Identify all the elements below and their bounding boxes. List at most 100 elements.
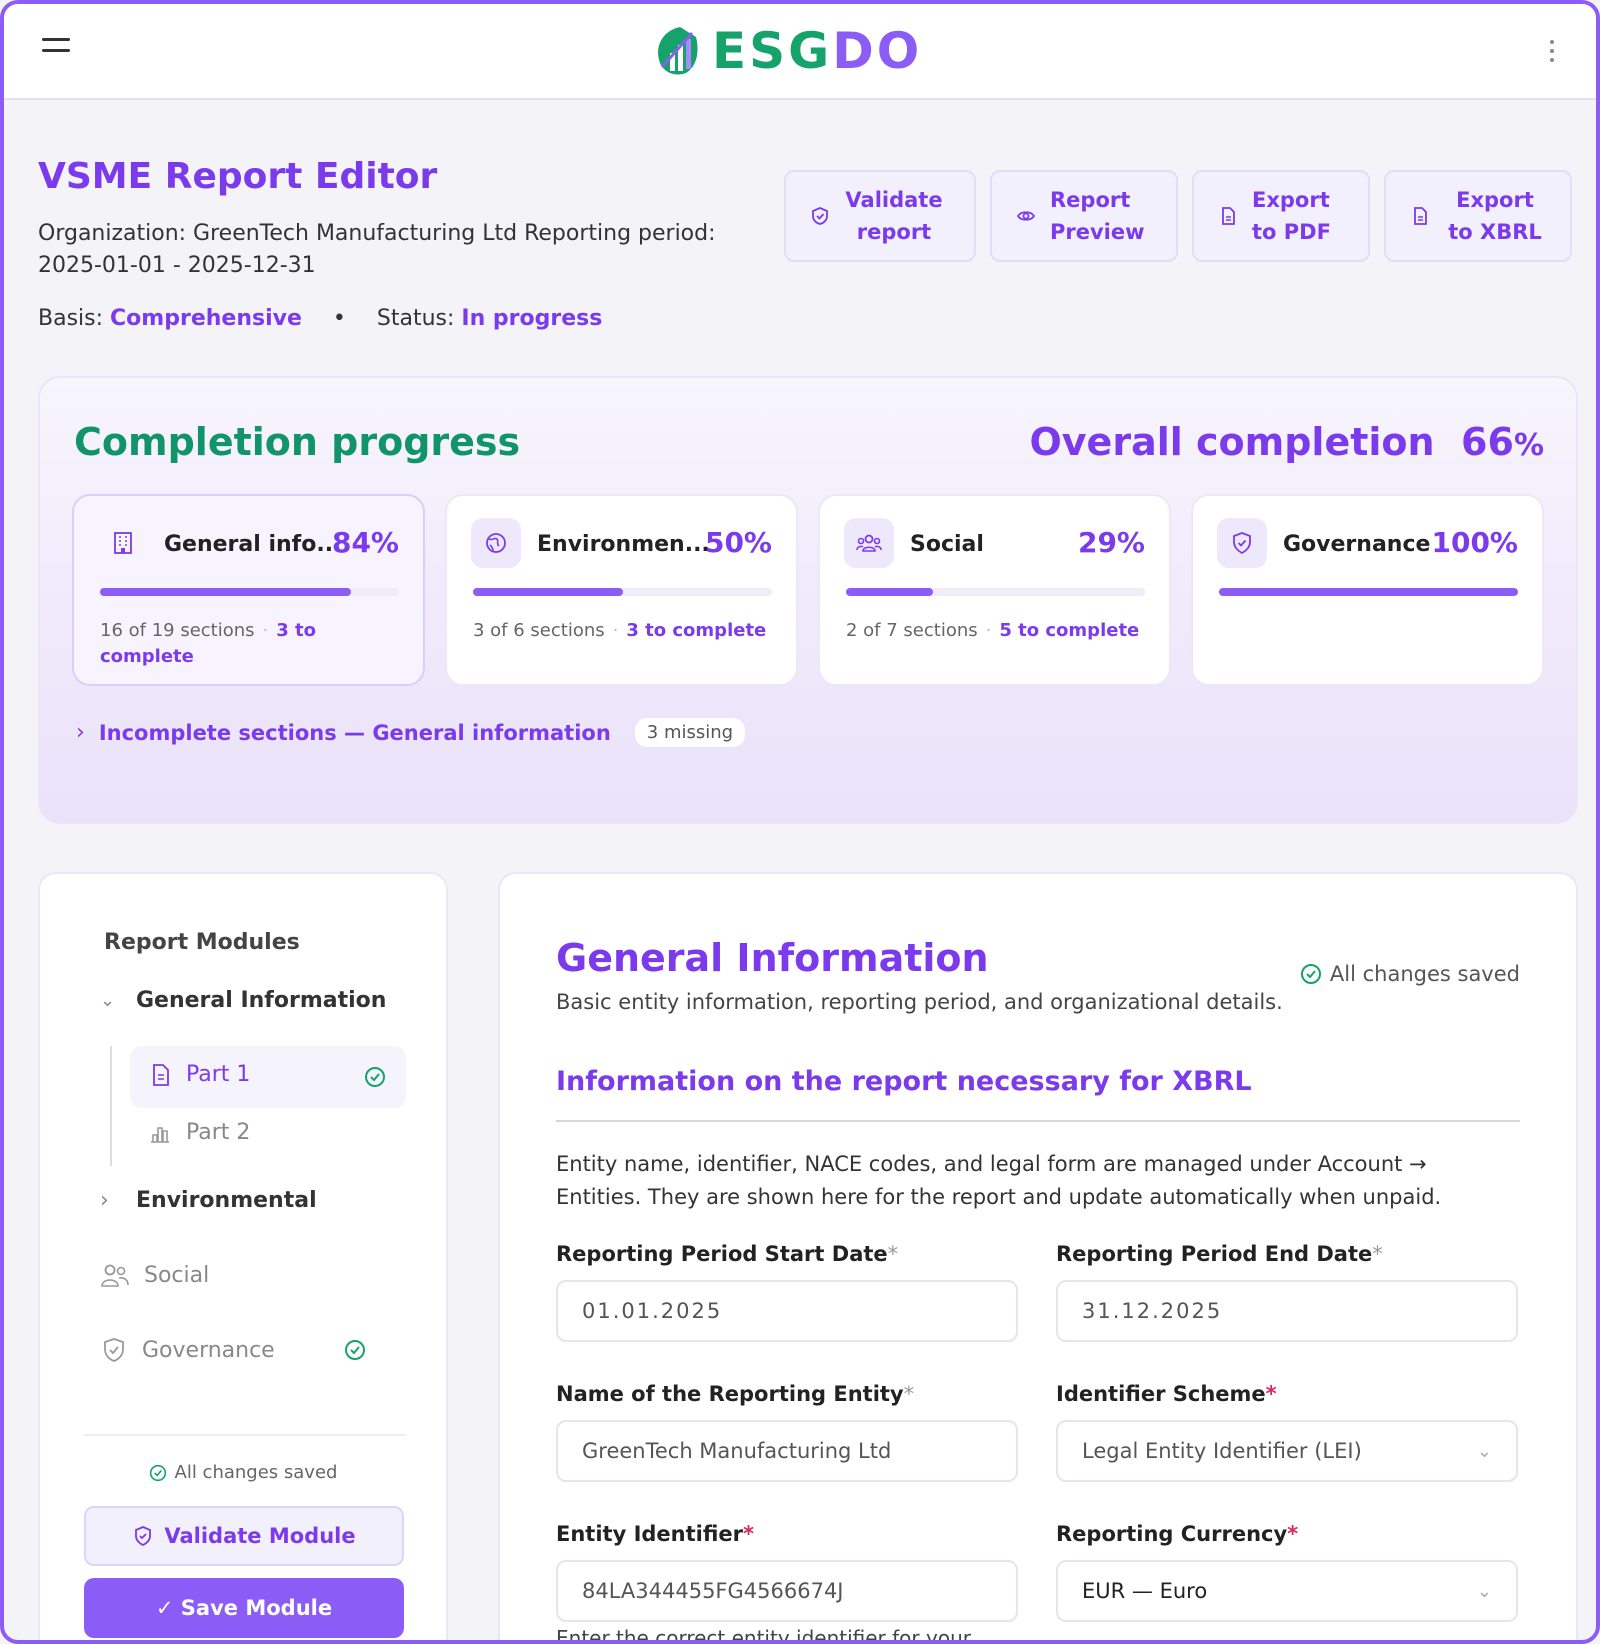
- document-icon: [1222, 207, 1235, 225]
- basis-status-line: Basis: Comprehensive • Status: In progre…: [38, 306, 602, 331]
- overall-suffix: %: [1513, 428, 1544, 463]
- entity-name-field[interactable]: GreenTech Manufacturing Ltd: [556, 1420, 1018, 1482]
- sidebar-item-social[interactable]: Social: [100, 1262, 209, 1288]
- document-icon: [1414, 207, 1427, 225]
- report-modules-sidebar: Report Modules ⌄ General Information Par…: [38, 872, 448, 1640]
- progress-bar: [846, 588, 1145, 596]
- identifier-scheme-select[interactable]: Legal Entity Identifier (LEI) ⌄: [1056, 1420, 1518, 1482]
- separator-dot: •: [332, 306, 346, 331]
- progress-fill: [100, 588, 352, 596]
- identifier-scheme-value: Legal Entity Identifier (LEI): [1082, 1439, 1362, 1463]
- shield-check-icon: [104, 1338, 124, 1362]
- validate-module-label: Validate Module: [164, 1524, 356, 1548]
- reporting-currency-select[interactable]: EUR — Euro ⌄: [1056, 1560, 1518, 1622]
- sidebar-item-environmental[interactable]: › Environmental: [100, 1188, 317, 1213]
- overall-value: 66: [1461, 420, 1514, 464]
- sidebar-heading: Report Modules: [104, 930, 300, 955]
- sidebar-item-label: Social: [144, 1262, 210, 1288]
- users-icon: [101, 1264, 129, 1287]
- card-name: Governance: [1283, 532, 1431, 557]
- top-bar: ESGDO: [4, 4, 1596, 100]
- entity-identifier-field[interactable]: 84LA344455FG4566674J: [556, 1560, 1018, 1622]
- shield-check-icon: [812, 207, 828, 225]
- entity-identifier-label: Entity Identifier*: [556, 1522, 754, 1546]
- section-divider: [556, 1120, 1520, 1122]
- divider: [84, 1434, 406, 1436]
- card-sections: 3 of 6 sections: [473, 620, 605, 641]
- missing-badge: 3 missing: [634, 718, 746, 747]
- logo-text: ESGDO: [712, 22, 923, 80]
- entity-identifier-help: Enter the correct entity identifier for …: [556, 1626, 971, 1644]
- reporting-currency-value: EUR — Euro: [1082, 1579, 1208, 1603]
- check-circle-icon: [149, 1464, 166, 1481]
- section-note: Entity name, identifier, NACE codes, and…: [556, 1152, 1442, 1209]
- report-preview-label: Report Preview: [1050, 188, 1145, 244]
- overall-label: Overall completion: [1029, 420, 1435, 464]
- card-general-information[interactable]: General info... 84% 16 of 19 sections · 3 …: [72, 494, 425, 686]
- card-name: General info...: [164, 532, 342, 557]
- sidebar-save-status: All changes saved: [40, 1462, 446, 1483]
- chevron-down-icon: ⌄: [1476, 1580, 1492, 1602]
- tree-line: [110, 1046, 112, 1166]
- general-information-form: General Information All changes saved Ba…: [498, 872, 1578, 1644]
- header-actions: Validate report Report Preview Export to…: [784, 170, 1572, 262]
- app-window: ESGDO VSME Report Editor Organization: G…: [0, 0, 1600, 1644]
- card-percent: 50%: [704, 526, 772, 559]
- export-xbrl-button[interactable]: Export to XBRL: [1384, 170, 1572, 262]
- validate-module-button[interactable]: Validate Module: [84, 1506, 404, 1566]
- basis-label: Basis:: [38, 306, 104, 331]
- entity-name-label: Name of the Reporting Entity*: [556, 1382, 915, 1406]
- card-percent: 29%: [1077, 526, 1145, 559]
- logo[interactable]: ESGDO: [652, 20, 922, 82]
- chevron-down-icon: ⌄: [1476, 1440, 1492, 1462]
- progress-bar: [473, 588, 772, 596]
- card-sections: 16 of 19 sections: [100, 620, 255, 641]
- card-meta: 2 of 7 sections · 5 to complete: [846, 620, 1140, 641]
- incomplete-sections-toggle[interactable]: › Incomplete sections — General informat…: [76, 718, 746, 747]
- form-subtitle: Basic entity information, reporting peri…: [556, 990, 1283, 1014]
- card-social[interactable]: Social 29% 2 of 7 sections · 5 to complete: [818, 494, 1171, 686]
- sidebar-item-label: Part 2: [186, 1120, 251, 1145]
- validate-report-button[interactable]: Validate report: [784, 170, 976, 262]
- export-pdf-button[interactable]: Export to PDF: [1192, 170, 1370, 262]
- save-module-button[interactable]: ✓ Save Module: [84, 1578, 404, 1638]
- card-percent: 84%: [331, 526, 399, 559]
- identifier-scheme-label: Identifier Scheme*: [1056, 1382, 1277, 1406]
- card-name: Environmen...: [537, 532, 710, 557]
- progress-fill: [473, 588, 623, 596]
- building-icon: [98, 518, 148, 568]
- save-module-label: ✓ Save Module: [155, 1596, 333, 1620]
- card-sections: 2 of 7 sections: [846, 620, 978, 641]
- document-icon: [153, 1063, 169, 1086]
- completion-title: Completion progress: [74, 420, 521, 464]
- overall-completion: Overall completion 66%: [1029, 420, 1544, 464]
- sidebar-item-label: General Information: [136, 988, 387, 1013]
- start-date-field[interactable]: 01.01.2025: [556, 1280, 1018, 1342]
- status-value: In progress: [461, 306, 603, 331]
- card-name: Social: [910, 532, 984, 557]
- progress-bar: [100, 588, 399, 596]
- report-preview-button[interactable]: Report Preview: [990, 170, 1178, 262]
- progress-fill: [1219, 588, 1518, 596]
- globe-icon: [471, 518, 521, 568]
- sidebar-item-label: Governance: [142, 1337, 275, 1363]
- more-options-icon[interactable]: [1550, 40, 1556, 64]
- save-status-text: All changes saved: [1329, 962, 1520, 986]
- menu-icon[interactable]: [42, 38, 70, 60]
- sidebar-item-part-2[interactable]: Part 2: [148, 1120, 250, 1145]
- organization-line: Organization: GreenTech Manufacturing Lt…: [38, 221, 716, 278]
- start-date-label: Reporting Period Start Date*: [556, 1242, 899, 1266]
- sidebar-item-general-information[interactable]: ⌄ General Information: [100, 988, 386, 1013]
- users-icon: [844, 518, 894, 568]
- reporting-currency-label: Reporting Currency*: [1056, 1522, 1299, 1546]
- bar-chart-icon: [151, 1126, 169, 1143]
- card-environmental[interactable]: Environmen... 50% 3 of 6 sections · 3 to c…: [445, 494, 798, 686]
- check-circle-icon: [345, 1340, 365, 1360]
- end-date-field[interactable]: 31.12.2025: [1056, 1280, 1518, 1342]
- check-circle-icon: [365, 1067, 385, 1087]
- form-title: General Information: [556, 936, 989, 980]
- sidebar-item-part-1[interactable]: Part 1: [130, 1046, 406, 1108]
- sidebar-item-governance[interactable]: Governance: [100, 1336, 400, 1364]
- card-governance[interactable]: Governance 100%: [1191, 494, 1544, 686]
- validate-report-label: Validate report: [845, 188, 943, 244]
